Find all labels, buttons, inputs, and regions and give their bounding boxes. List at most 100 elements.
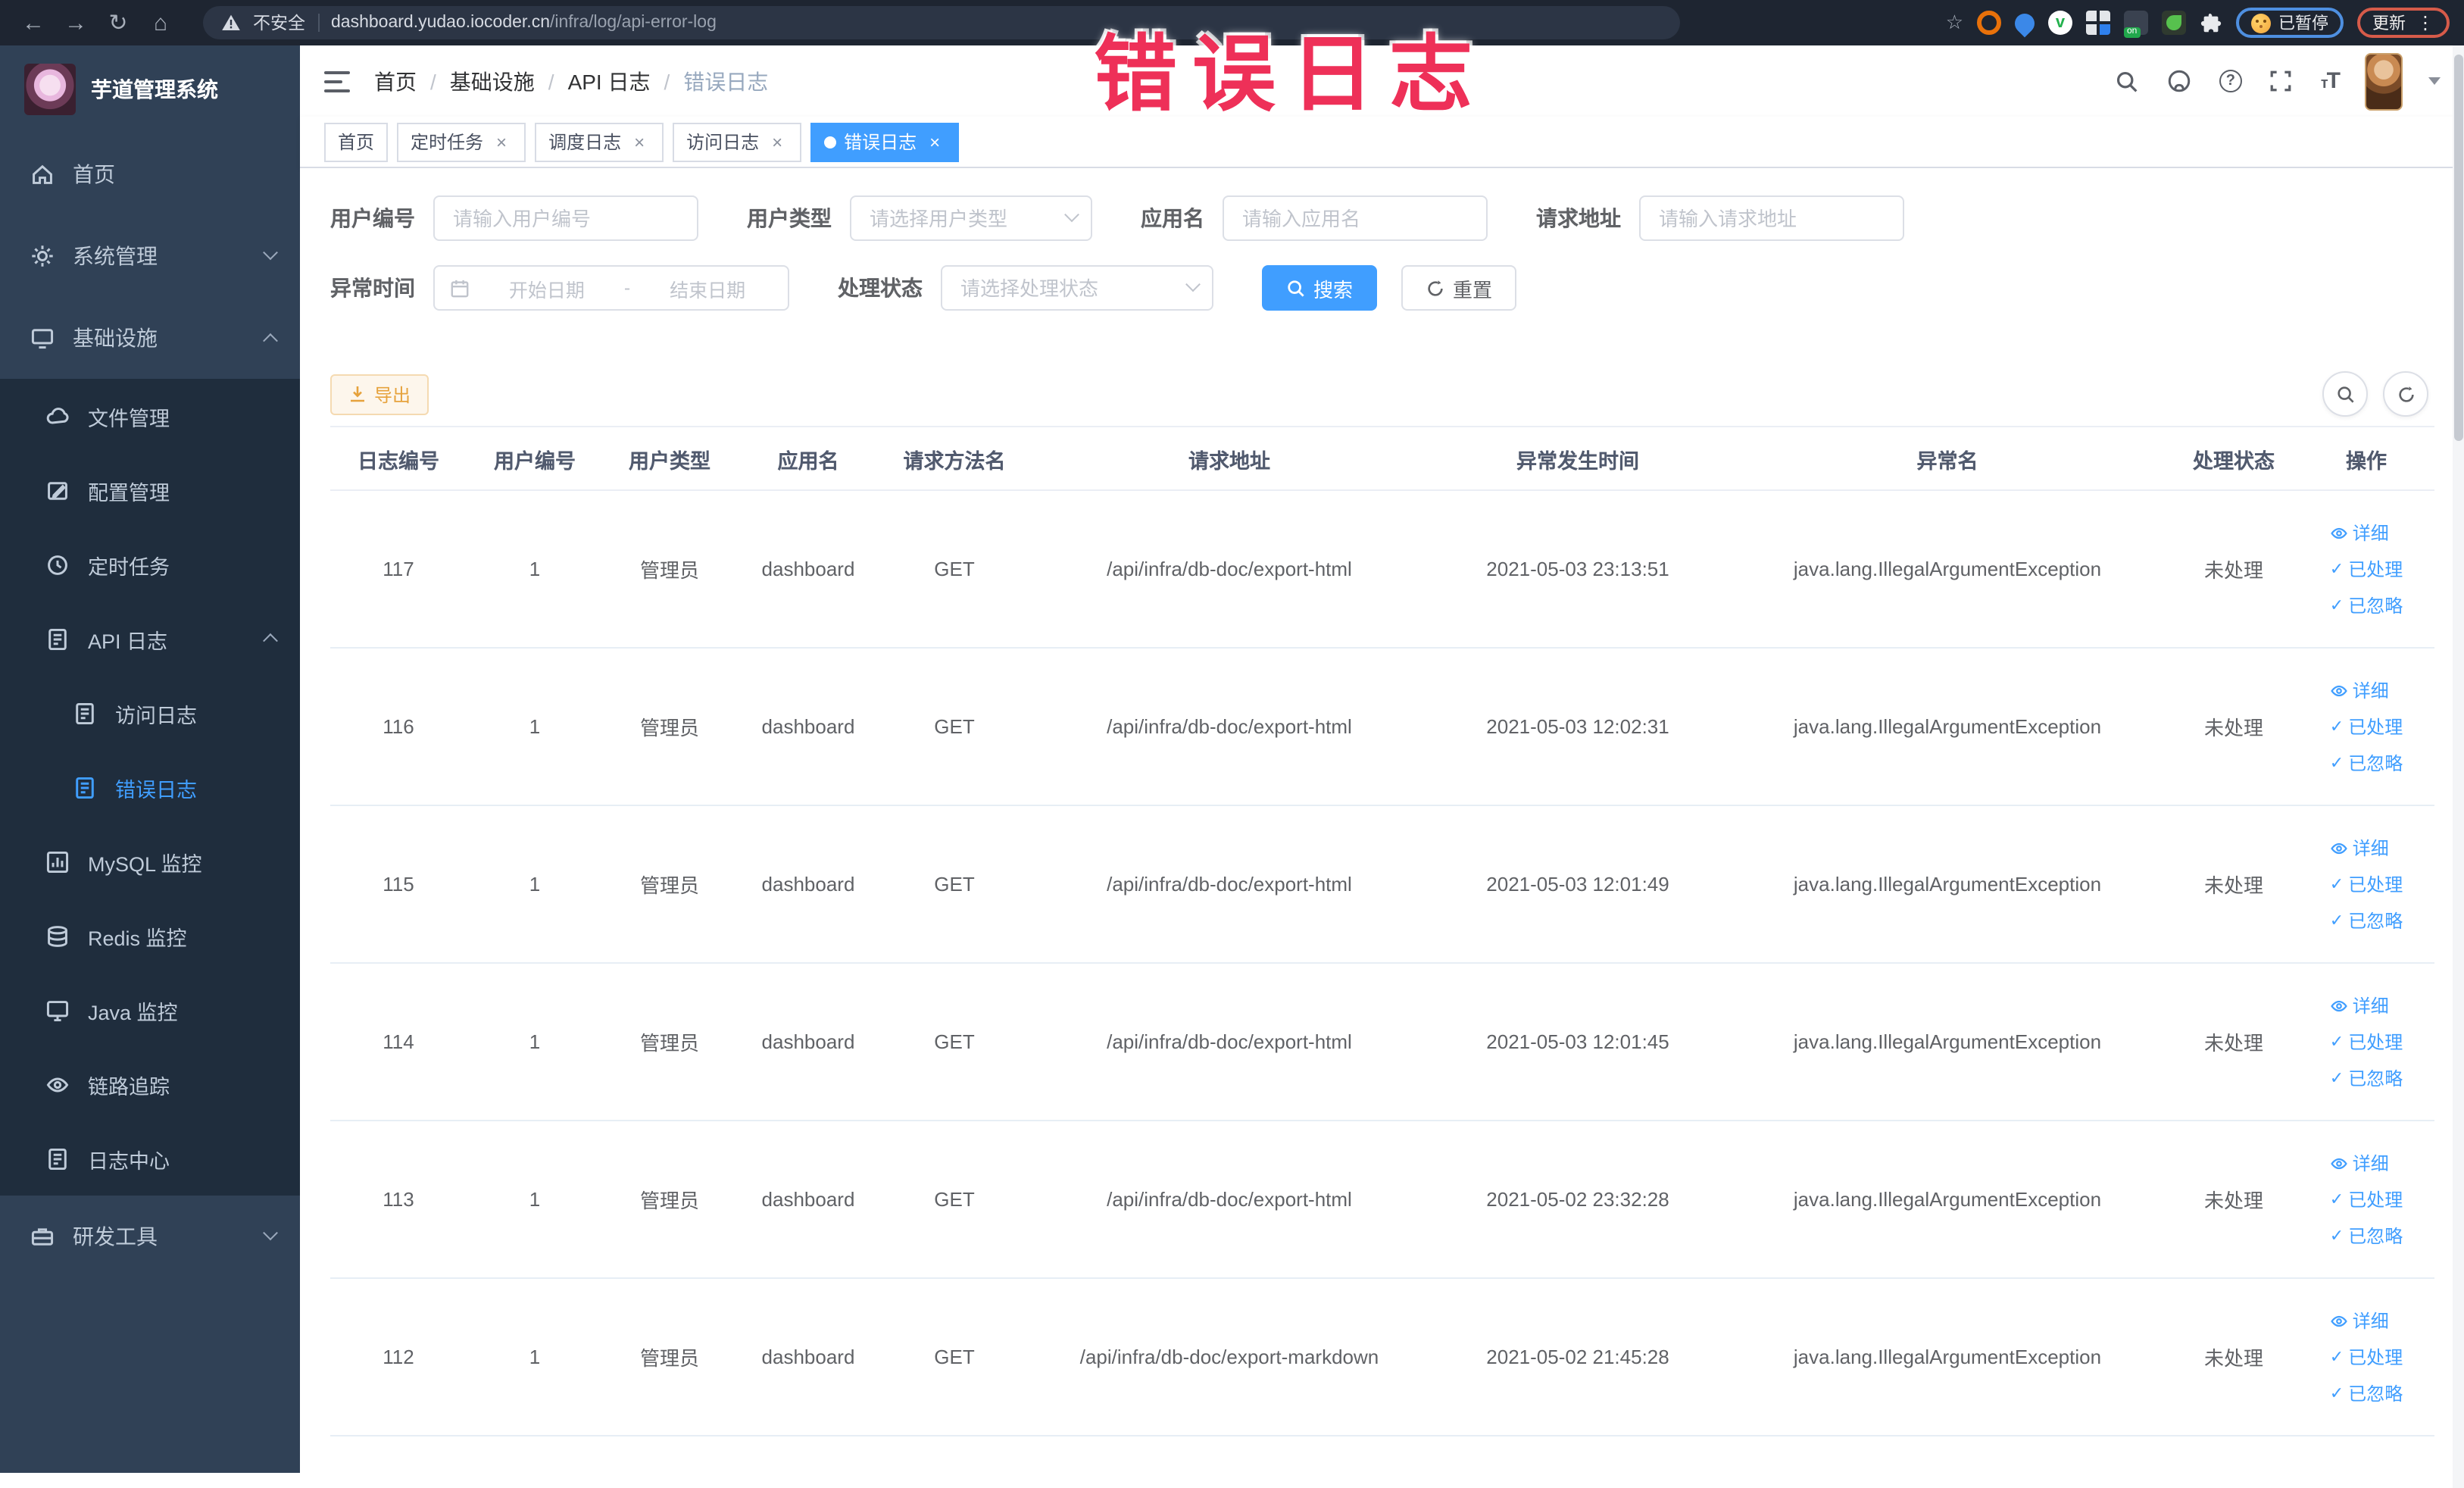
reset-button[interactable]: 重置	[1401, 265, 1517, 311]
start-date-placeholder[interactable]: 开始日期	[482, 274, 612, 302]
font-size-icon[interactable]	[2321, 68, 2339, 94]
action-label: 已忽略	[2348, 596, 2403, 617]
processed-link[interactable]: ✓ 已处理	[2330, 1344, 2403, 1370]
extension-green-v-icon[interactable]: v	[2048, 11, 2072, 35]
detail-link[interactable]: 详细	[2330, 677, 2389, 703]
ignored-link[interactable]: ✓ 已忽略	[2330, 1065, 2403, 1091]
process-status-select[interactable]	[941, 265, 1213, 311]
tab-job-log[interactable]: 调度日志 ×	[535, 122, 664, 161]
breadcrumb-infra[interactable]: 基础设施	[450, 66, 535, 96]
close-icon[interactable]: ×	[767, 131, 788, 152]
action-label: 已忽略	[2348, 753, 2403, 774]
main-area: 首页 / 基础设施 / API 日志 / 错误日志 首页 定时任务 ×	[300, 45, 2464, 1473]
close-icon[interactable]: ×	[924, 131, 945, 152]
update-chip[interactable]: 更新 ⋮	[2357, 8, 2450, 38]
ignored-link[interactable]: ✓ 已忽略	[2330, 908, 2403, 933]
processed-link[interactable]: ✓ 已处理	[2330, 1186, 2403, 1212]
sidebar-item-label: 日志中心	[88, 1149, 170, 1172]
eye-icon	[2331, 684, 2347, 696]
sidebar-item-file[interactable]: 文件管理	[0, 379, 300, 453]
back-icon[interactable]: ←	[15, 5, 52, 41]
extension-on-badge-icon[interactable]: on	[2124, 11, 2148, 38]
github-icon[interactable]	[2166, 67, 2194, 95]
avatar[interactable]	[2365, 52, 2403, 110]
breadcrumb-home[interactable]: 首页	[374, 66, 417, 96]
sidebar-item-config[interactable]: 配置管理	[0, 453, 300, 527]
end-date-placeholder[interactable]: 结束日期	[642, 274, 773, 302]
browser-menu-icon[interactable]: ⋮	[2416, 12, 2434, 33]
sidebar-item-redis[interactable]: Redis 监控	[0, 899, 300, 973]
ignored-link[interactable]: ✓ 已忽略	[2330, 1223, 2403, 1249]
close-icon[interactable]: ×	[491, 131, 512, 152]
app-name-input[interactable]	[1223, 195, 1488, 241]
cell-status: 未处理	[2169, 1121, 2298, 1279]
sidebar-item-log-center[interactable]: 日志中心	[0, 1121, 300, 1196]
sidebar-item-access-log[interactable]: 访问日志	[0, 676, 300, 750]
hamburger-icon[interactable]	[324, 70, 350, 92]
home-icon[interactable]: ⌂	[142, 5, 179, 41]
extension-blue-drop-icon[interactable]	[2010, 8, 2039, 37]
tab-access-log[interactable]: 访问日志 ×	[673, 122, 802, 161]
profile-paused-chip[interactable]: 已暂停	[2236, 8, 2344, 38]
ignored-link[interactable]: ✓ 已忽略	[2330, 592, 2403, 618]
extensions-puzzle-icon[interactable]	[2200, 11, 2222, 34]
request-url-input[interactable]	[1639, 195, 1904, 241]
process-status-select-input[interactable]	[941, 265, 1213, 311]
reload-icon[interactable]: ↻	[100, 5, 136, 41]
detail-link[interactable]: 详细	[2330, 1150, 2389, 1176]
sidebar-item-job[interactable]: 定时任务	[0, 527, 300, 602]
forward-icon[interactable]: →	[58, 5, 94, 41]
user-type-select-input[interactable]	[850, 195, 1092, 241]
processed-link[interactable]: ✓ 已处理	[2330, 556, 2403, 582]
user-id-input[interactable]	[433, 195, 698, 241]
detail-link[interactable]: 详细	[2330, 993, 2389, 1018]
sidebar-item-java[interactable]: Java 监控	[0, 973, 300, 1047]
date-range-picker[interactable]: 开始日期 - 结束日期	[433, 265, 789, 311]
extension-grid-icon[interactable]	[2086, 11, 2110, 35]
sidebar-item-home[interactable]: 首页	[0, 133, 300, 215]
scrollbar[interactable]	[2453, 45, 2464, 1488]
processed-link[interactable]: ✓ 已处理	[2330, 714, 2403, 739]
tab-home[interactable]: 首页	[324, 122, 389, 161]
sidebar-item-api-log[interactable]: API 日志	[0, 602, 300, 676]
sidebar-item-label: 配置管理	[88, 481, 170, 504]
processed-link[interactable]: ✓ 已处理	[2330, 871, 2403, 897]
tab-job[interactable]: 定时任务 ×	[397, 122, 526, 161]
close-icon[interactable]: ×	[629, 131, 650, 152]
browser-actions: ☆ v on 已暂停 更新 ⋮	[1946, 8, 2450, 38]
col-exception-name: 异常名	[1725, 426, 2169, 491]
extension-orange-icon[interactable]	[1977, 11, 2001, 35]
processed-link[interactable]: ✓ 已处理	[2330, 1029, 2403, 1055]
breadcrumb: 首页 / 基础设施 / API 日志 / 错误日志	[374, 66, 768, 96]
detail-link[interactable]: 详细	[2330, 520, 2389, 545]
ignored-link[interactable]: ✓ 已忽略	[2330, 1380, 2403, 1406]
breadcrumb-api-log[interactable]: API 日志	[568, 66, 651, 96]
eye-icon	[2331, 1315, 2347, 1327]
sidebar-item-error-log[interactable]: 错误日志	[0, 750, 300, 824]
cell-exception-name: java.lang.IllegalArgumentException	[1725, 805, 2169, 964]
extension-leaf-icon[interactable]	[2162, 11, 2186, 35]
detail-link[interactable]: 详细	[2330, 1308, 2389, 1333]
bookmark-star-icon[interactable]: ☆	[1946, 11, 1963, 35]
ignored-link[interactable]: ✓ 已忽略	[2330, 750, 2403, 776]
sidebar-item-mysql[interactable]: MySQL 监控	[0, 824, 300, 899]
sidebar-item-trace[interactable]: 链路追踪	[0, 1047, 300, 1121]
refresh-table-button[interactable]	[2383, 371, 2428, 417]
fullscreen-icon[interactable]	[2268, 67, 2295, 95]
search-icon[interactable]	[2113, 67, 2141, 95]
help-icon[interactable]	[2219, 70, 2242, 92]
sidebar-item-system[interactable]: 系统管理	[0, 215, 300, 297]
sidebar-item-infra[interactable]: 基础设施	[0, 297, 300, 379]
check-icon: ✓	[2329, 1033, 2344, 1052]
export-button[interactable]: 导出	[330, 374, 429, 414]
sidebar-logo-row[interactable]: 芋道管理系统	[0, 45, 300, 133]
user-menu-caret-icon[interactable]	[2428, 77, 2441, 91]
search-button[interactable]: 搜索	[1262, 265, 1378, 311]
chevron-up-icon	[263, 633, 278, 649]
tab-error-log[interactable]: 错误日志 ×	[810, 122, 960, 161]
sidebar-item-dev-tools[interactable]: 研发工具	[0, 1196, 300, 1277]
user-type-select[interactable]	[850, 195, 1092, 241]
scrollbar-thumb[interactable]	[2454, 55, 2463, 441]
detail-link[interactable]: 详细	[2330, 835, 2389, 861]
toggle-search-button[interactable]	[2322, 371, 2368, 417]
